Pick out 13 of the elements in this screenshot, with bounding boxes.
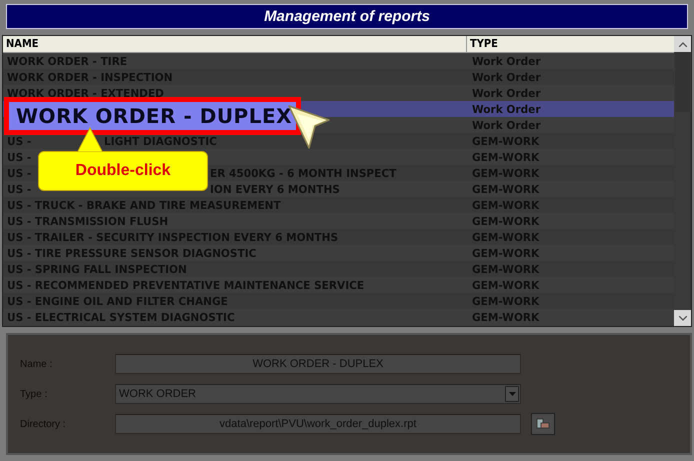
table-cell: Work Order — [472, 102, 541, 116]
chevron-up-icon — [678, 42, 686, 46]
window-title: Management of reports — [6, 4, 688, 29]
highlight-tooltip: WORK ORDER - DUPLEX — [4, 97, 301, 135]
scroll-down-button[interactable] — [674, 310, 691, 326]
chevron-down-icon — [678, 316, 686, 320]
callout-pointer — [75, 127, 105, 152]
column-header[interactable]: NAME — [3, 36, 466, 52]
scroll-thumb[interactable] — [675, 52, 690, 112]
scrollbar[interactable] — [674, 36, 691, 326]
browse-button[interactable] — [531, 413, 555, 435]
document-icon — [536, 418, 550, 430]
scroll-up-button[interactable] — [674, 36, 691, 52]
